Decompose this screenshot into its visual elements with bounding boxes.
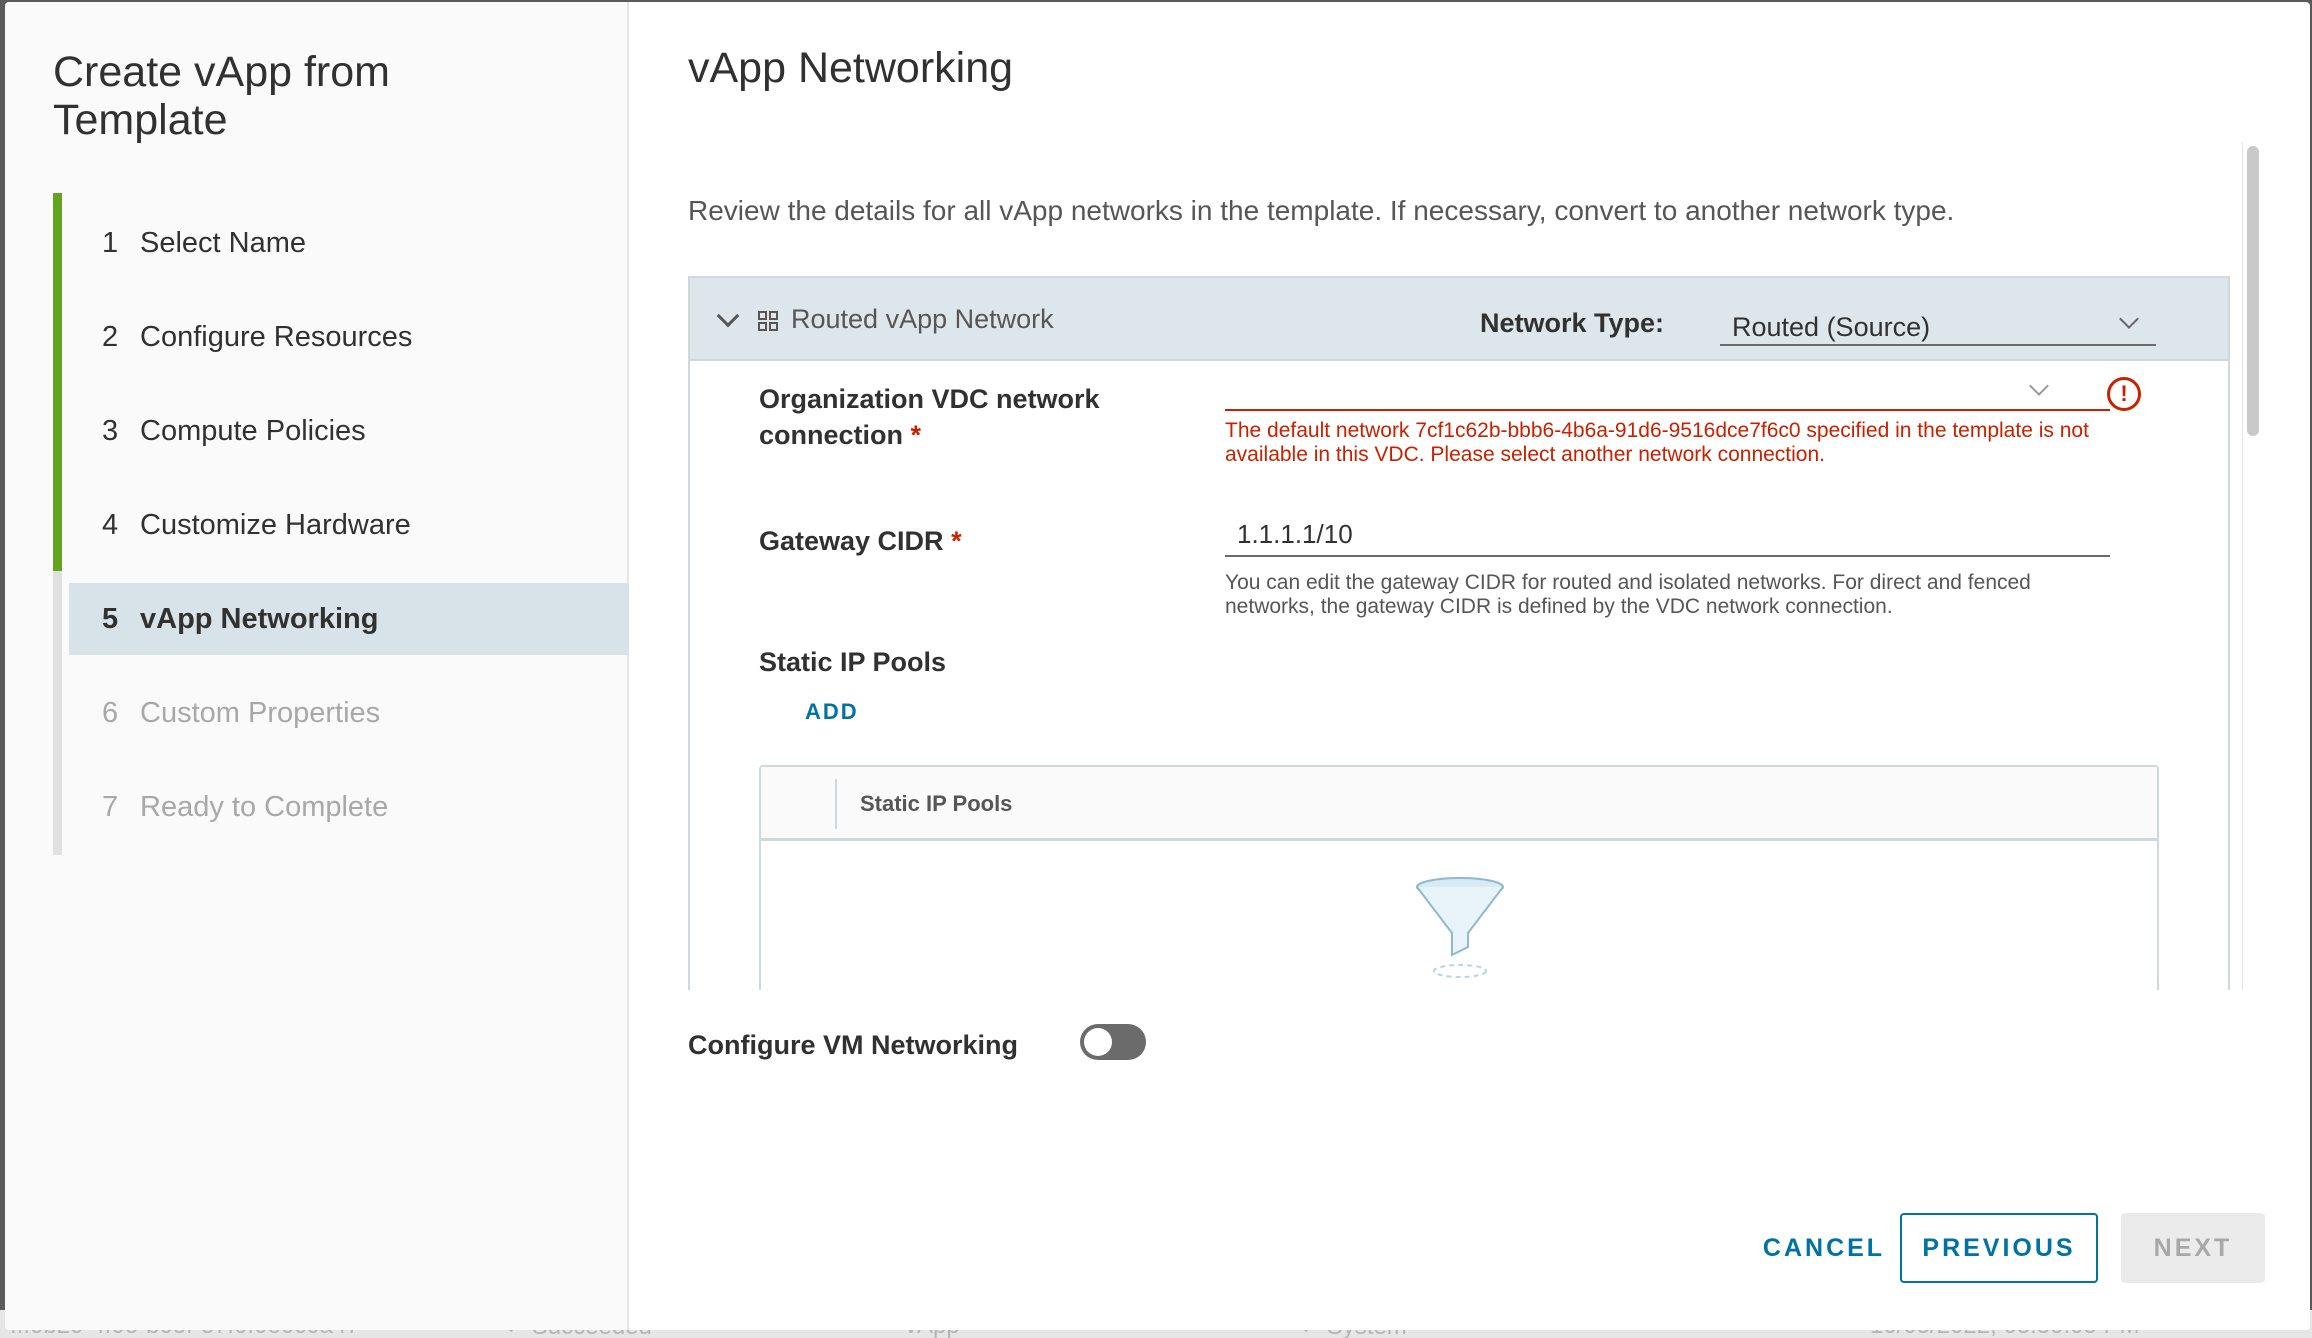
step-custom-properties: 6 Custom Properties (69, 666, 629, 760)
org-vdc-connection-error: The default network 7cf1c62b-bbb6-4b6a-9… (1225, 419, 2089, 466)
grid-header: Static IP Pools (761, 767, 2157, 841)
chevron-down-icon (2029, 376, 2049, 396)
step-label: Ready to Complete (140, 790, 389, 823)
network-panel: Routed vApp Network Network Type: Routed… (688, 276, 2230, 990)
create-vapp-dialog: Create vApp from Template 1 Select Name … (5, 2, 2310, 1330)
cancel-button[interactable]: CANCEL (1736, 1213, 1912, 1283)
step-number: 2 (102, 320, 119, 353)
configure-vm-networking-label: Configure VM Networking (688, 1030, 1018, 1060)
step-ready-to-complete: 7 Ready to Complete (69, 760, 629, 854)
step-number: 6 (102, 696, 119, 729)
network-name: Routed vApp Network (791, 304, 1054, 334)
toggle-knob (1084, 1028, 1112, 1056)
grid-column-static-ip-pools[interactable]: Static IP Pools (860, 791, 1012, 817)
required-marker: * (951, 526, 962, 556)
static-ip-pools-grid: Static IP Pools (759, 765, 2159, 990)
intro-text: Review the details for all vApp networks… (688, 195, 1955, 226)
previous-button[interactable]: PREVIOUS (1900, 1213, 2098, 1283)
configure-vm-networking-toggle[interactable] (1080, 1024, 1146, 1060)
gateway-cidr-value: 1.1.1.1/10 (1237, 519, 1353, 549)
next-button[interactable]: NEXT (2121, 1213, 2265, 1283)
network-icon (758, 311, 778, 331)
step-number: 5 (102, 602, 119, 635)
step-label: Configure Resources (140, 320, 413, 353)
step-number: 7 (102, 790, 119, 823)
required-marker: * (910, 420, 922, 450)
step-label: Select Name (140, 226, 307, 259)
step-number: 1 (102, 226, 119, 259)
org-vdc-connection-label: Organization VDC network connection * (759, 381, 1159, 453)
content-scrollbar[interactable] (2242, 142, 2262, 990)
error-icon: ! (2107, 377, 2141, 411)
network-type-label: Network Type: (1480, 308, 1665, 338)
step-vapp-networking[interactable]: 5 vApp Networking (69, 583, 629, 655)
add-static-ip-pool-button[interactable]: ADD (805, 699, 859, 725)
grid-column-separator (835, 779, 837, 829)
step-label: vApp Networking (140, 602, 379, 635)
wizard-sidebar: Create vApp from Template 1 Select Name … (5, 2, 629, 1330)
step-compute-policies[interactable]: 3 Compute Policies (69, 384, 629, 478)
collapse-chevron-icon[interactable] (716, 304, 740, 328)
page-title: vApp Networking (688, 44, 1014, 92)
gateway-cidr-input[interactable]: 1.1.1.1/10 (1225, 513, 2110, 557)
step-number: 4 (102, 508, 119, 541)
network-type-value: Routed (Source) (1732, 312, 1931, 342)
step-configure-resources[interactable]: 2 Configure Resources (69, 290, 629, 384)
wizard-steps: 1 Select Name 2 Configure Resources 3 Co… (69, 196, 629, 854)
chevron-down-icon (2119, 309, 2139, 329)
gateway-cidr-help: You can edit the gateway CIDR for routed… (1225, 571, 2031, 618)
wizard-title: Create vApp from Template (53, 48, 390, 144)
step-label: Customize Hardware (140, 508, 411, 541)
org-vdc-connection-select[interactable] (1225, 371, 2110, 411)
org-vdc-connection-label-text: Organization VDC network connection (759, 384, 1100, 450)
empty-grid-filter-icon (1416, 877, 1504, 978)
wizard-content: vApp Networking Review the details for a… (631, 2, 2310, 1330)
network-panel-body: Organization VDC network connection * ! … (690, 361, 2228, 990)
step-number: 3 (102, 414, 119, 447)
step-select-name[interactable]: 1 Select Name (69, 196, 629, 290)
content-scroll-area: Review the details for all vApp networks… (688, 142, 2263, 990)
scrollbar-thumb[interactable] (2247, 146, 2259, 436)
network-type-select[interactable]: Routed (Source) (1720, 294, 2156, 346)
step-label: Custom Properties (140, 696, 381, 729)
network-panel-header: Routed vApp Network Network Type: Routed… (690, 278, 2228, 361)
step-progress-done (53, 193, 62, 571)
gateway-cidr-label-text: Gateway CIDR (759, 526, 944, 556)
step-label: Compute Policies (140, 414, 366, 447)
gateway-cidr-label: Gateway CIDR * (759, 523, 962, 559)
static-ip-pools-label: Static IP Pools (759, 647, 947, 677)
step-customize-hardware[interactable]: 4 Customize Hardware (69, 478, 629, 572)
